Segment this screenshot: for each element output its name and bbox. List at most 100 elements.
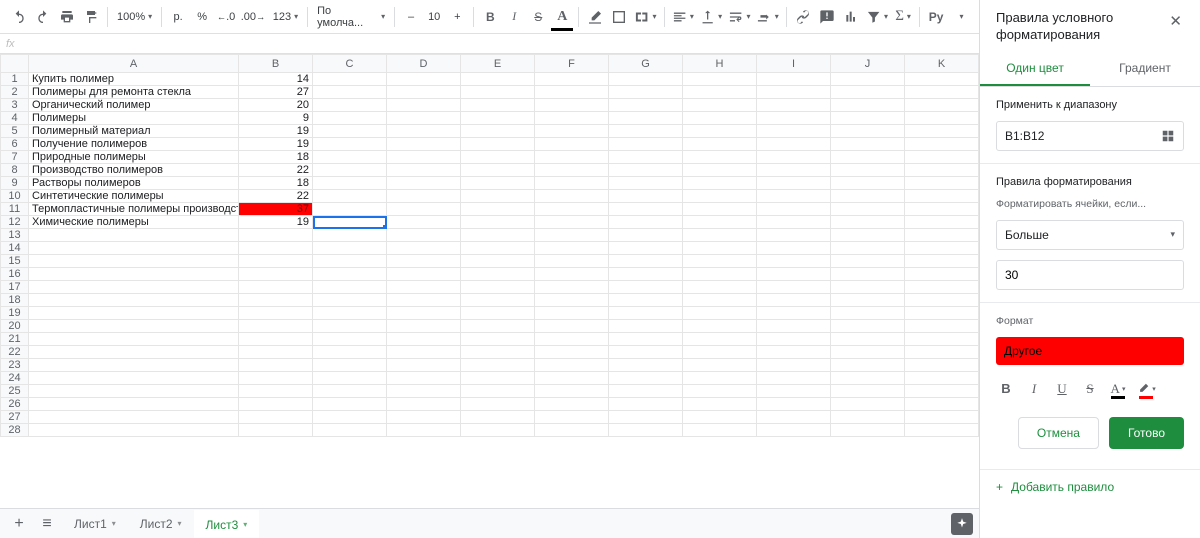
cell[interactable] [239,359,313,372]
cell[interactable] [535,333,609,346]
cell[interactable] [609,294,683,307]
cell[interactable] [29,359,239,372]
cell[interactable] [905,177,979,190]
row-header[interactable]: 27 [1,411,29,424]
cell[interactable] [609,190,683,203]
cell[interactable] [387,398,461,411]
py-button[interactable]: Py [925,5,947,29]
range-input[interactable]: B1:B12 [996,121,1184,151]
column-header[interactable]: K [905,55,979,73]
cell[interactable] [29,411,239,424]
cell[interactable] [757,138,831,151]
row-header[interactable]: 10 [1,190,29,203]
cell[interactable] [535,294,609,307]
cell[interactable] [905,398,979,411]
cell[interactable] [313,177,387,190]
cell[interactable] [239,411,313,424]
cell[interactable] [683,398,757,411]
row-header[interactable]: 28 [1,424,29,437]
all-sheets-button[interactable]: ≡ [34,511,60,537]
cell[interactable]: Термопластичные полимеры производство [29,203,239,216]
cell[interactable] [609,177,683,190]
column-header[interactable]: H [683,55,757,73]
cell[interactable]: Полимеры для ремонта стекла [29,86,239,99]
cell[interactable] [535,125,609,138]
cell[interactable] [239,372,313,385]
cell[interactable] [757,164,831,177]
explore-button[interactable] [951,513,973,535]
cell[interactable] [387,255,461,268]
cell[interactable] [831,346,905,359]
cell[interactable]: 27 [239,86,313,99]
threshold-input[interactable] [996,260,1184,290]
row-header[interactable]: 1 [1,73,29,86]
currency-button[interactable]: р. [167,5,189,29]
cell[interactable] [905,216,979,229]
cell[interactable] [609,255,683,268]
cell[interactable] [831,86,905,99]
cell[interactable] [905,307,979,320]
cell[interactable] [387,177,461,190]
cell[interactable] [387,411,461,424]
cell[interactable] [535,164,609,177]
cell[interactable] [831,229,905,242]
cell[interactable] [535,99,609,112]
cell[interactable] [831,411,905,424]
cell[interactable] [313,294,387,307]
cell[interactable] [239,333,313,346]
cell[interactable] [683,73,757,86]
cell[interactable] [461,411,535,424]
cell[interactable] [461,346,535,359]
row-header[interactable]: 7 [1,151,29,164]
cell[interactable] [535,398,609,411]
italic-toggle[interactable]: I [1024,379,1044,399]
cell[interactable] [461,333,535,346]
cell[interactable] [461,203,535,216]
cell[interactable] [683,346,757,359]
cell[interactable] [831,398,905,411]
cell[interactable] [757,125,831,138]
cell[interactable] [609,164,683,177]
cell[interactable] [387,346,461,359]
cell[interactable] [757,242,831,255]
cell[interactable] [831,177,905,190]
column-header[interactable]: B [239,55,313,73]
cell[interactable] [831,294,905,307]
cell[interactable] [387,294,461,307]
rotate-text-button[interactable] [754,5,780,29]
cell[interactable] [239,229,313,242]
cell[interactable] [683,281,757,294]
cell[interactable] [313,99,387,112]
cell[interactable] [683,255,757,268]
tab-gradient[interactable]: Градиент [1090,52,1200,86]
font-size-plus[interactable]: + [446,5,468,29]
cell[interactable]: Химические полимеры [29,216,239,229]
cell[interactable] [905,411,979,424]
cell[interactable] [29,424,239,437]
cell[interactable] [535,138,609,151]
cell[interactable] [905,86,979,99]
cell[interactable] [609,125,683,138]
cell[interactable] [29,281,239,294]
cell[interactable] [535,281,609,294]
column-header[interactable]: G [609,55,683,73]
row-header[interactable]: 21 [1,333,29,346]
bold-button[interactable]: B [479,5,501,29]
cell[interactable] [683,294,757,307]
cell[interactable] [609,216,683,229]
strike-toggle[interactable]: S [1080,379,1100,399]
cell[interactable] [239,242,313,255]
cell[interactable] [905,203,979,216]
cell[interactable] [461,125,535,138]
cell[interactable] [757,99,831,112]
cell[interactable] [831,112,905,125]
cell[interactable] [905,138,979,151]
cell[interactable] [387,268,461,281]
cell[interactable] [757,73,831,86]
cell[interactable]: Полимерный материал [29,125,239,138]
add-rule-button[interactable]: + Добавить правило [980,469,1200,504]
cell[interactable] [831,99,905,112]
comment-button[interactable] [816,5,838,29]
cell[interactable]: Полимеры [29,112,239,125]
cell[interactable] [387,86,461,99]
